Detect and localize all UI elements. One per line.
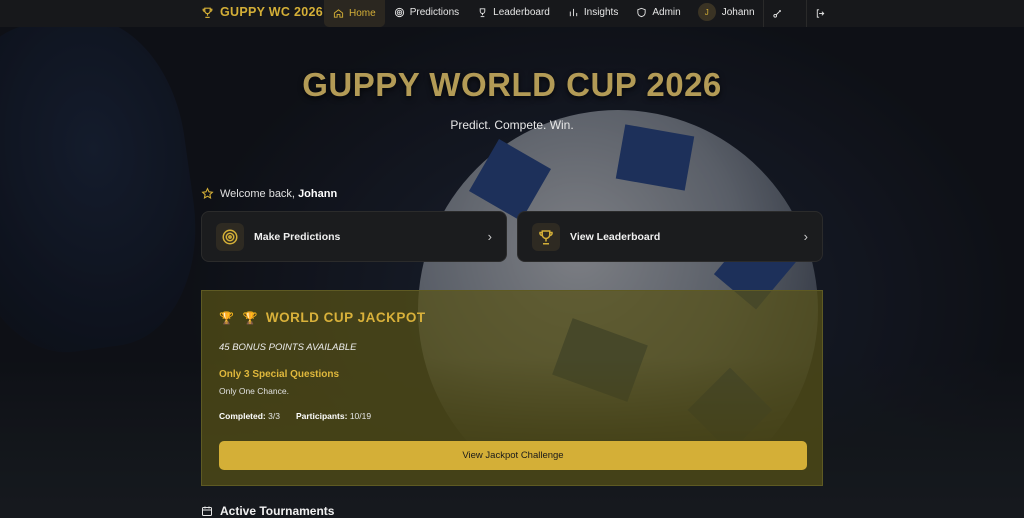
jackpot-title: 🏆 🏆 WORLD CUP JACKPOT	[219, 310, 426, 325]
nav-label: Predictions	[409, 6, 460, 18]
nav-label: Home	[349, 8, 376, 19]
section-header: Active Tournaments	[201, 504, 334, 518]
shield-icon	[637, 7, 646, 17]
jackpot-once: Only One Chance.	[219, 386, 289, 396]
trophy-icon: 🏆	[219, 310, 235, 325]
chevron-right-icon: ›	[487, 229, 492, 244]
key-button[interactable]	[762, 0, 792, 27]
star-icon	[201, 187, 214, 199]
bar-chart-icon	[569, 8, 578, 16]
participants-value: 10/19	[349, 411, 372, 421]
nav-leaderboard[interactable]: Leaderboard	[468, 0, 559, 24]
welcome-name: Johann	[298, 187, 338, 200]
welcome-prefix: Welcome back,	[220, 187, 299, 200]
logout-icon	[816, 9, 825, 18]
home-icon	[333, 9, 344, 18]
view-leaderboard-card[interactable]: View Leaderboard ›	[517, 211, 823, 262]
calendar-icon	[202, 506, 212, 516]
brand-logo[interactable]: GUPPY WC 2026	[201, 0, 323, 24]
target-icon	[216, 222, 244, 251]
nav-insights[interactable]: Insights	[559, 0, 627, 24]
jackpot-special: Only 3 Special Questions	[219, 369, 340, 380]
jackpot-title-text: WORLD CUP JACKPOT	[265, 310, 426, 325]
nav-label: Admin	[652, 6, 681, 18]
card-label: Make Predictions	[254, 230, 341, 243]
nav-admin[interactable]: Admin	[627, 0, 689, 24]
hero-title: GUPPY WORLD CUP 2026	[302, 66, 722, 103]
brand-name: GUPPY WC 2026	[220, 5, 324, 19]
jackpot-bonus: 45 BONUS POINTS AVAILABLE	[219, 342, 357, 353]
trophy-icon	[479, 7, 486, 17]
welcome-message: Welcome back, Johann	[201, 187, 337, 200]
jackpot-stats: Completed: 3/3 Participants: 10/19	[219, 411, 371, 421]
nav-predictions[interactable]: Predictions	[385, 0, 468, 24]
target-icon	[394, 7, 404, 17]
trophy-icon: 🏆	[242, 310, 258, 325]
user-menu[interactable]: J Johann	[690, 3, 763, 21]
view-jackpot-button[interactable]: View Jackpot Challenge	[219, 441, 807, 470]
completed-value: 3/3	[268, 411, 280, 421]
make-predictions-card[interactable]: Make Predictions ›	[201, 211, 507, 262]
nav-label: Insights	[583, 6, 619, 18]
logout-button[interactable]	[805, 0, 835, 27]
trophy-icon	[532, 222, 560, 251]
nav-label: Leaderboard	[493, 6, 550, 18]
completed-label: Completed:	[219, 411, 266, 421]
top-navbar: GUPPY WC 2026 Home Predictions Leaderboa…	[0, 0, 1024, 27]
section-title: Active Tournaments	[220, 504, 335, 518]
trophy-icon	[202, 7, 213, 18]
avatar: J	[697, 3, 716, 21]
key-icon	[773, 9, 782, 18]
jackpot-panel: 🏆 🏆 WORLD CUP JACKPOT 45 BONUS POINTS AV…	[201, 290, 823, 486]
hero-subtitle: Predict. Compete. Win.	[450, 118, 574, 132]
participants-label: Participants:	[295, 411, 348, 421]
chevron-right-icon: ›	[803, 229, 808, 244]
user-name: Johann	[721, 6, 755, 18]
nav-home[interactable]: Home	[324, 0, 385, 27]
card-label: View Leaderboard	[570, 230, 661, 243]
